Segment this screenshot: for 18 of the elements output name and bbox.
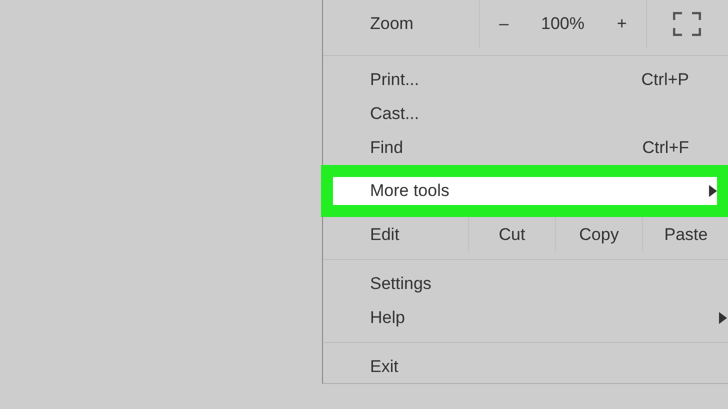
menu-item[interactable]: More tools: [321, 165, 728, 217]
submenu-arrow-icon: [719, 312, 727, 324]
zoom-in-button[interactable]: +: [610, 14, 633, 34]
submenu-arrow-icon: [709, 185, 717, 197]
edit-action-button[interactable]: Copy: [555, 217, 642, 252]
zoom-out-button[interactable]: –: [493, 14, 515, 34]
menu-item-label: Edit: [370, 224, 400, 244]
menu-item[interactable]: Settings: [323, 267, 728, 301]
fullscreen-icon[interactable]: [673, 12, 701, 36]
menu-item[interactable]: Print... Ctrl+P: [323, 63, 728, 97]
menu-item[interactable]: Find Ctrl+F: [323, 131, 728, 165]
menu-item[interactable]: Help: [323, 301, 728, 335]
menu-item[interactable]: Exit: [323, 350, 728, 384]
menu-item[interactable]: Cast...: [323, 97, 728, 131]
menu-item-label: Zoom: [370, 14, 414, 34]
edit-action-button[interactable]: Cut: [468, 217, 555, 252]
zoom-level: 100%: [541, 14, 584, 34]
edit-action-button[interactable]: Paste: [642, 217, 728, 252]
